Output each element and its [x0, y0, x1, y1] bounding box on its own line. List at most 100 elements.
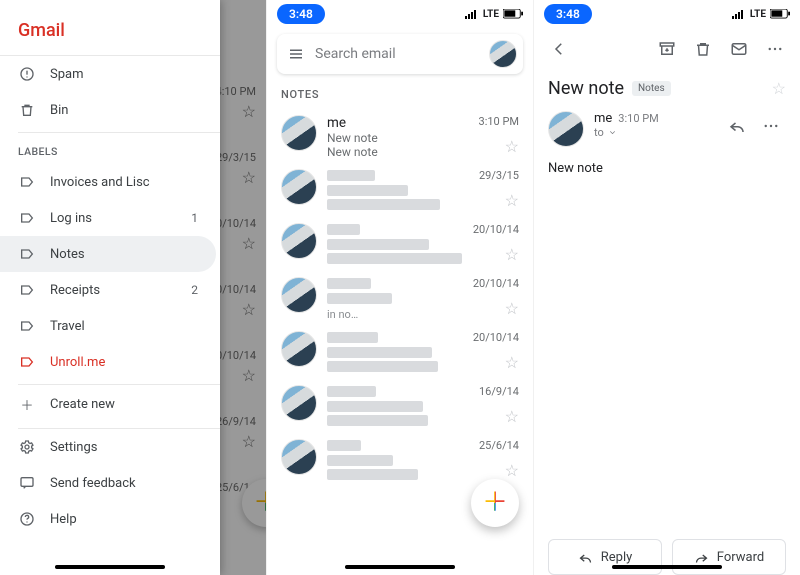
reply-label: Reply	[601, 550, 633, 565]
label-count: 1	[191, 211, 198, 225]
help-icon	[18, 511, 36, 527]
settings-item[interactable]: Settings	[0, 429, 216, 465]
folder-label: Bin	[50, 103, 68, 118]
folder-spam[interactable]: Spam	[0, 56, 216, 92]
feedback-item[interactable]: Send feedback	[0, 465, 216, 501]
clock-pill: 3:48	[277, 4, 325, 24]
mail-row[interactable]: meNew noteNew note3:10 PM☆	[267, 109, 533, 163]
compose-plus-icon: ＋	[482, 490, 508, 516]
row-avatar[interactable]	[281, 439, 317, 475]
row-subject	[327, 401, 519, 415]
row-avatar[interactable]	[281, 169, 317, 205]
row-star[interactable]: ☆	[505, 353, 519, 372]
row-snippet	[327, 253, 519, 267]
clock-pill: 3:48	[544, 4, 592, 24]
folder-label: Spam	[50, 67, 84, 82]
action-label: Settings	[50, 440, 97, 455]
compose-fab[interactable]: ＋	[471, 479, 519, 527]
battery-icon	[770, 9, 790, 19]
label-item-log-ins[interactable]: Log ins1	[0, 200, 216, 236]
home-indicator	[345, 565, 455, 569]
help-item[interactable]: Help	[0, 501, 216, 537]
gmail-logo: Gmail	[18, 20, 202, 41]
forward-icon	[694, 550, 709, 565]
archive-button[interactable]	[652, 34, 682, 64]
spam-icon	[18, 66, 36, 82]
row-date: 25/6/14	[479, 439, 519, 452]
action-label: Create new	[50, 397, 115, 412]
star-toggle[interactable]: ☆	[772, 79, 786, 98]
row-snippet	[327, 415, 519, 429]
labels-heading: LABELS	[0, 133, 220, 164]
battery-icon	[503, 9, 523, 19]
reply-button[interactable]: Reply	[548, 539, 662, 575]
mail-row[interactable]: 20/10/14 ☆	[267, 325, 533, 379]
row-subject	[327, 293, 519, 307]
row-star[interactable]: ☆	[505, 137, 519, 156]
row-star[interactable]: ☆	[505, 245, 519, 264]
row-star[interactable]: ☆	[505, 191, 519, 210]
hamburger-icon[interactable]	[287, 45, 305, 63]
row-star[interactable]: ☆	[505, 461, 519, 480]
subject-row: New note Notes ☆	[534, 70, 800, 103]
reply-icon-button[interactable]	[722, 111, 752, 141]
subject-text: New note	[548, 78, 624, 99]
label-icon	[18, 282, 36, 298]
row-avatar[interactable]	[281, 385, 317, 421]
row-avatar[interactable]	[281, 331, 317, 367]
row-avatar[interactable]	[281, 277, 317, 313]
nav-drawer: Gmail Spam Bin LABELS Invoices and Lisc L…	[0, 0, 220, 575]
row-date: 20/10/14	[473, 277, 519, 290]
label-item-receipts[interactable]: Receipts2	[0, 272, 216, 308]
to-expander[interactable]: to	[594, 126, 712, 139]
folder-bin[interactable]: Bin	[0, 92, 216, 128]
label-badge[interactable]: Notes	[632, 81, 671, 96]
row-subject	[327, 239, 519, 253]
account-avatar[interactable]	[489, 40, 517, 68]
reply-icon	[578, 550, 593, 565]
mail-row[interactable]: 16/9/14 ☆	[267, 379, 533, 433]
row-date: 16/9/14	[479, 385, 519, 398]
row-date: 29/3/15	[479, 169, 519, 182]
gear-icon	[18, 439, 36, 455]
label-item-travel[interactable]: Travel	[0, 308, 216, 344]
list-section-header: NOTES	[267, 84, 533, 109]
network-label: LTE	[750, 9, 766, 20]
trash-icon	[18, 102, 36, 118]
sender-avatar[interactable]	[548, 111, 584, 147]
label-icon	[18, 246, 36, 262]
feedback-icon	[18, 475, 36, 491]
status-bar: 3:48 LTE	[534, 0, 800, 28]
label-text: Invoices and Lisc	[50, 175, 150, 190]
label-item-invoices-and-lisc[interactable]: Invoices and Lisc	[0, 164, 216, 200]
network-label: LTE	[483, 9, 499, 20]
mail-row[interactable]: in no…20/10/14☆	[267, 271, 533, 325]
label-item-unroll-me[interactable]: Unroll.me	[0, 344, 216, 380]
row-avatar[interactable]	[281, 223, 317, 259]
home-indicator	[612, 565, 722, 569]
create-new-label[interactable]: ＋ Create new	[0, 385, 216, 424]
search-bar[interactable]: Search email	[277, 34, 523, 74]
mail-row[interactable]: 20/10/14☆	[267, 217, 533, 271]
screen-note-detail: 3:48 LTE New note Notes ☆ me 3:10 PM to …	[533, 0, 800, 575]
row-date: 20/10/14	[473, 331, 519, 344]
forward-button[interactable]: Forward	[672, 539, 786, 575]
label-text: Travel	[50, 319, 85, 334]
row-subject	[327, 185, 519, 199]
mail-button[interactable]	[724, 34, 754, 64]
more-button[interactable]	[760, 34, 790, 64]
status-bar: 3:48 LTE	[267, 0, 533, 28]
row-subject: New note	[327, 131, 519, 145]
label-text: Notes	[50, 247, 85, 262]
label-item-notes[interactable]: Notes	[0, 236, 216, 272]
mail-row[interactable]: 29/3/15 ☆	[267, 163, 533, 217]
row-avatar[interactable]	[281, 115, 317, 151]
back-button[interactable]	[544, 34, 574, 64]
message-more-button[interactable]	[756, 111, 786, 141]
status-icons: LTE	[465, 9, 523, 20]
delete-button[interactable]	[688, 34, 718, 64]
row-star[interactable]: ☆	[505, 407, 519, 426]
chevron-down-icon	[608, 128, 617, 137]
detail-toolbar	[534, 28, 800, 70]
row-star[interactable]: ☆	[505, 299, 519, 318]
